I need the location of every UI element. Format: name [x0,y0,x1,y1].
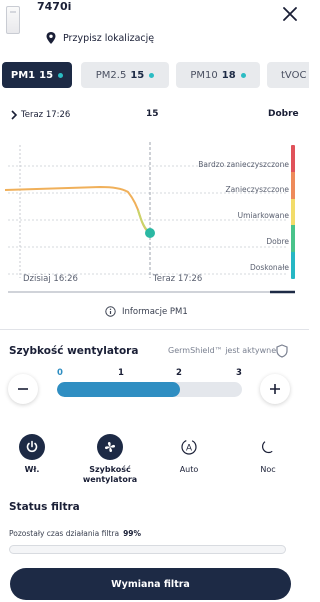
pm-info-link[interactable]: Informacje PM1 [105,306,188,317]
status-dot [58,72,64,78]
tab-value: 15 [39,69,54,81]
band-label: Zanieczyszczone [225,185,289,194]
tab-label: PM1 [10,69,36,81]
decrease-fan-button[interactable] [8,374,38,404]
x-tick-label: Teraz 17:26 [153,274,203,284]
section-divider [0,329,309,330]
band-label: Bardzo zanieczyszczone [198,160,289,169]
mode-label: Noc [260,465,276,474]
status-dot [149,72,155,78]
fan-tick: 2 [176,368,182,378]
band-label: Dobre [266,237,289,246]
current-time-label: Teraz 17:26 [21,110,71,120]
series-line [4,185,151,234]
tab-value: 15 [130,69,145,81]
fan-tick: 3 [236,368,242,378]
plus-icon [270,384,280,394]
current-value: 15 [146,109,159,119]
auto-icon: A [181,439,197,455]
minus-icon [18,388,28,390]
band-label: Umiarkowane [237,211,289,220]
fan-speed-slider[interactable] [57,382,242,397]
mode-label: Wł. [24,465,40,474]
power-icon [26,440,38,453]
tab-pm10[interactable]: PM10 18 [176,62,260,88]
fan-mode-button[interactable] [97,434,123,460]
fan-tick: 1 [118,368,124,378]
filter-remaining-label: Pozostały czas działania filtra [9,529,120,538]
auto-mode-button[interactable]: A [176,434,202,460]
x-tick-label: Dzisiaj 16:26 [23,274,78,284]
scale-segment [291,171,295,199]
mode-label: Auto [179,465,199,474]
shield-icon [276,344,288,358]
current-quality: Dobre [268,109,299,119]
assign-location-link[interactable]: Przypisz lokalizację [63,33,154,44]
pollutant-tabs: PM1 15 PM2.5 15 PM10 18 tVOC [0,62,309,88]
svg-text:A: A [186,443,192,453]
fan-mode-toggle[interactable]: Szybkość wentylatora [80,434,140,485]
night-mode-button[interactable] [255,434,281,460]
close-button[interactable] [279,3,301,25]
tab-value: 18 [221,69,236,81]
filter-status-title: Status filtra [9,501,80,513]
tab-label: PM10 [190,69,218,81]
device-name: 7470i [37,0,72,13]
pm-chart[interactable]: Bardzo zanieczyszczone Zanieczyszczone U… [0,140,309,300]
auto-mode-toggle[interactable]: A Auto [159,434,219,475]
current-point [145,228,155,238]
band-label: Doskonałe [249,263,289,272]
mode-label: Szybkość wentylatora [82,465,138,484]
fan-icon [104,441,116,453]
scale-segment [291,198,295,226]
info-label: Informacje PM1 [122,306,188,317]
tab-pm1[interactable]: PM1 15 [2,62,72,88]
fan-speed-title: Szybkość wentylatora [9,345,139,357]
scale-segment [291,145,295,172]
filter-progress-bar [9,545,286,554]
filter-remaining-value: 99% [123,529,142,538]
germshield-status: GermShield™ jest aktywne [168,346,277,355]
tab-label: tVOC [281,69,307,81]
tab-pm25[interactable]: PM2.5 15 [81,62,169,88]
fan-tick: 0 [57,368,63,378]
location-pin-icon[interactable] [45,31,57,45]
power-button[interactable] [19,434,45,460]
moon-icon [262,441,273,454]
power-toggle[interactable]: Wł. [2,434,62,475]
scale-segment [291,252,295,279]
night-mode-toggle[interactable]: Noc [238,434,298,475]
increase-fan-button[interactable] [260,374,290,404]
replace-filter-button[interactable]: Wymiana filtra [10,568,291,600]
info-icon [105,306,116,317]
tab-label: PM2.5 [95,69,127,81]
scale-segment [291,225,295,253]
close-icon [283,7,297,21]
fan-speed-fill [57,382,181,397]
chevron-right-icon[interactable] [10,110,18,120]
quality-scale-bar [291,145,295,279]
device-thumbnail [6,6,20,34]
filter-remaining-row: Pozostały czas działania filtra 99% [9,529,141,538]
status-dot [240,72,246,78]
tab-tvoc[interactable]: tVOC [267,62,309,88]
